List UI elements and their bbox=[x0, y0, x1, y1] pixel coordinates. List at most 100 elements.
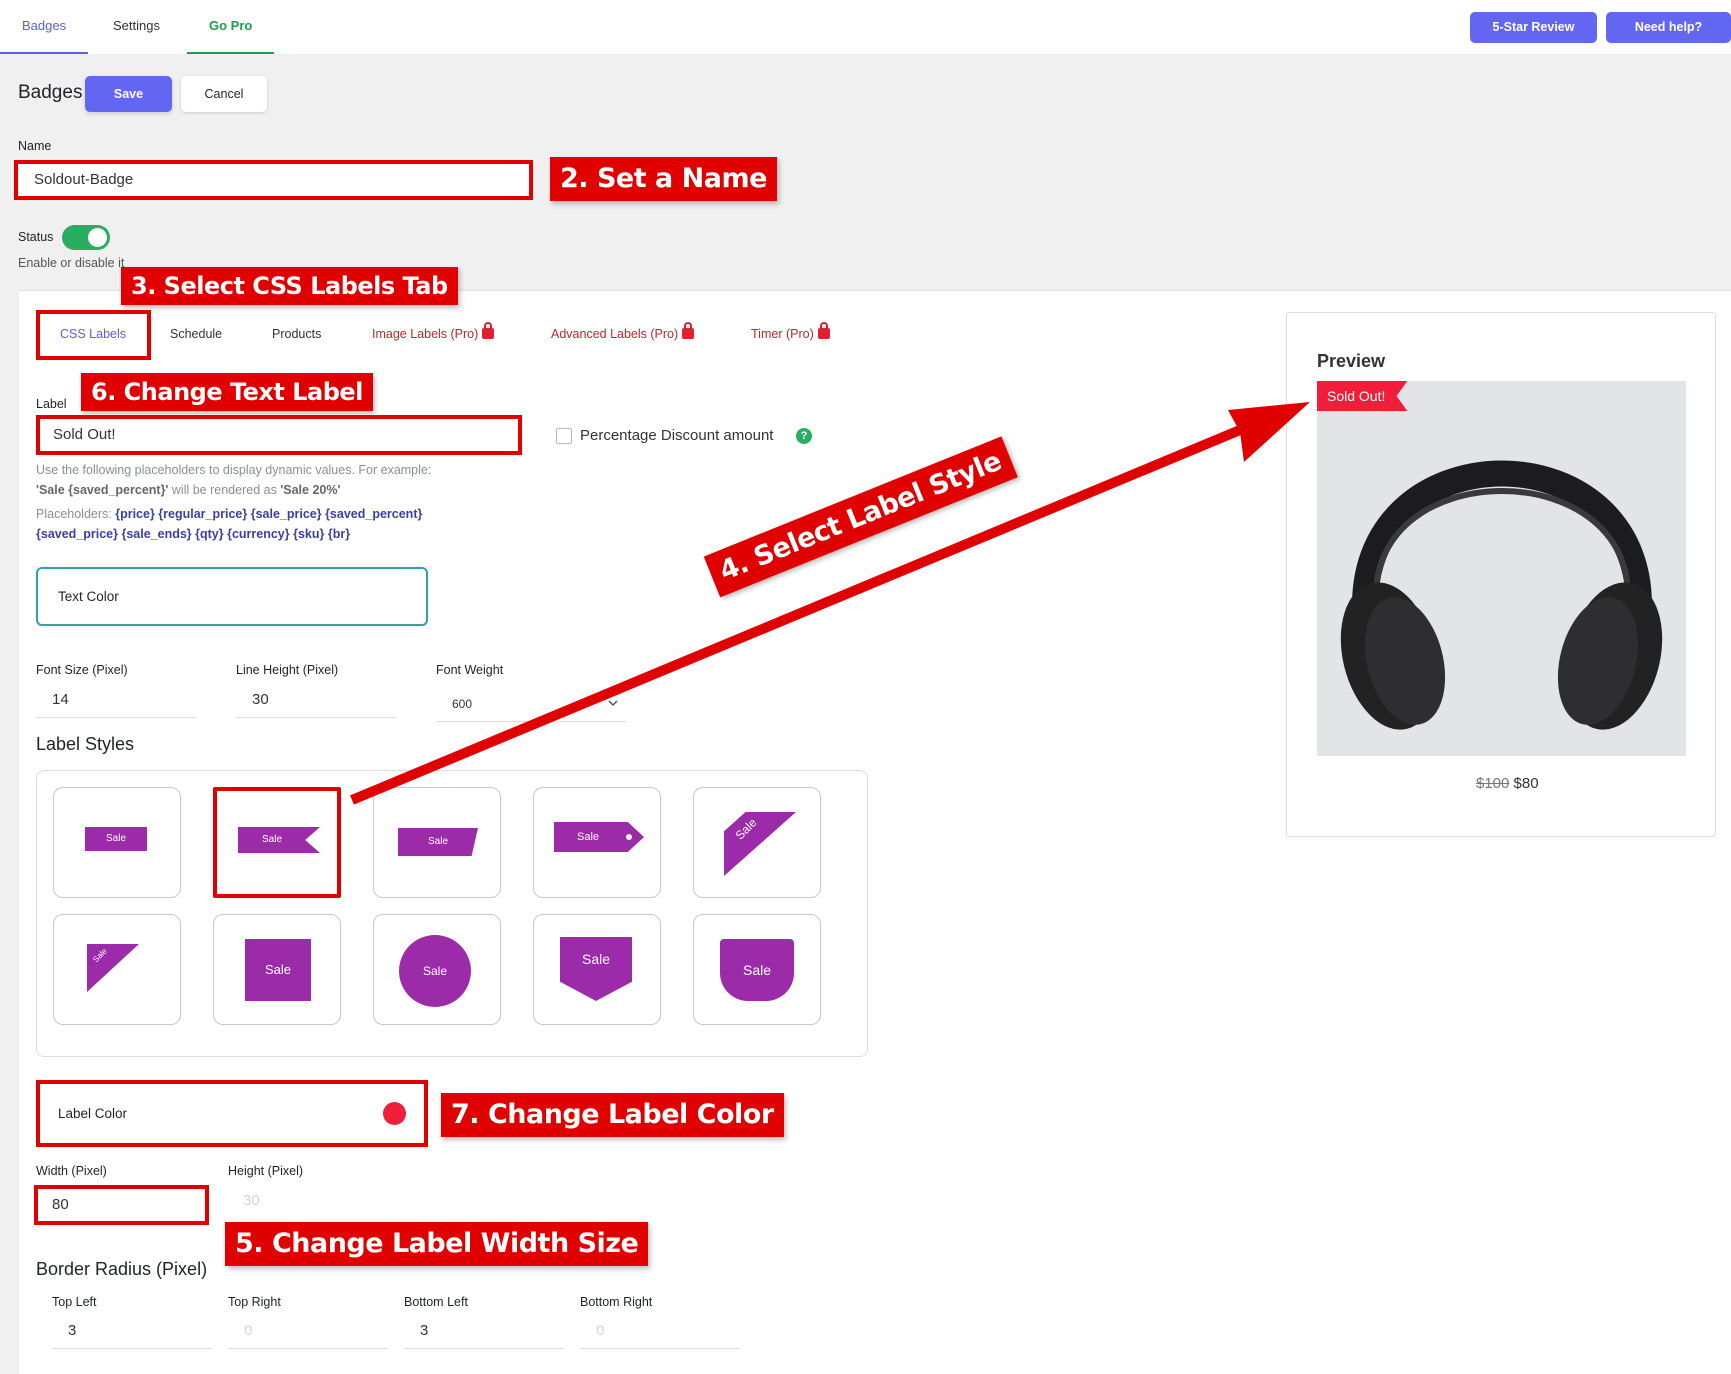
chevron-down-icon bbox=[608, 700, 618, 707]
hint-connector: will be rendered as bbox=[168, 483, 281, 497]
placeholder-hint-line2: 'Sale {saved_percent}' will be rendered … bbox=[36, 480, 340, 500]
headphones-icon bbox=[1340, 460, 1663, 730]
subtab-schedule[interactable]: Schedule bbox=[170, 322, 222, 346]
five-star-review-button[interactable]: 5-Star Review bbox=[1470, 12, 1597, 43]
lock-icon bbox=[482, 322, 495, 339]
name-input[interactable]: Soldout-Badge bbox=[14, 160, 533, 200]
style-2-badge: Sale bbox=[238, 827, 320, 853]
new-price: $80 bbox=[1513, 775, 1539, 792]
old-price: $100 bbox=[1476, 775, 1510, 792]
label-style-9[interactable]: Sale bbox=[533, 914, 661, 1025]
label-input[interactable]: Sold Out! bbox=[36, 415, 522, 455]
bottom-right-input[interactable]: 0 bbox=[580, 1313, 740, 1349]
subtab-image-labels[interactable]: Image Labels (Pro) bbox=[372, 322, 495, 346]
toggle-knob bbox=[88, 228, 107, 247]
callout-change-label-color: 7. Change Label Color bbox=[441, 1093, 784, 1137]
label-style-4[interactable]: Sale bbox=[533, 787, 661, 898]
product-image bbox=[1317, 381, 1686, 756]
placeholders-label: Placeholders: bbox=[36, 507, 116, 521]
tab-settings[interactable]: Settings bbox=[91, 0, 182, 54]
style-3-badge: Sale bbox=[398, 828, 478, 856]
placeholders-list-1: {price} {regular_price} {sale_price} {sa… bbox=[115, 507, 423, 521]
callout-change-width: 5. Change Label Width Size bbox=[225, 1222, 649, 1266]
bottom-left-input[interactable]: 3 bbox=[404, 1313, 564, 1349]
tab-go-pro[interactable]: Go Pro bbox=[187, 0, 275, 54]
style-1-badge: Sale bbox=[85, 827, 147, 851]
label-style-10[interactable]: Sale bbox=[693, 914, 821, 1025]
page-title: Badges bbox=[18, 82, 83, 103]
callout-set-name: 2. Set a Name bbox=[550, 157, 777, 201]
tab-badges[interactable]: Badges bbox=[0, 0, 89, 54]
label-color-swatch[interactable] bbox=[383, 1102, 406, 1125]
label-style-7[interactable]: Sale bbox=[213, 914, 341, 1025]
hint-example-input: 'Sale {saved_percent}' bbox=[36, 483, 169, 497]
subtab-timer-text: Timer (Pro) bbox=[751, 327, 814, 341]
label-styles-title: Label Styles bbox=[36, 734, 135, 754]
height-label: Height (Pixel) bbox=[228, 1164, 304, 1178]
help-icon[interactable]: ? bbox=[796, 428, 812, 444]
label-style-1[interactable]: Sale bbox=[53, 787, 181, 898]
placeholders-line2: {saved_price} {sale_ends} {qty} {currenc… bbox=[36, 524, 350, 544]
top-right-input[interactable]: 0 bbox=[228, 1313, 388, 1349]
font-size-label: Font Size (Pixel) bbox=[36, 663, 128, 677]
font-weight-select[interactable]: 600 bbox=[436, 686, 626, 722]
subtab-advanced-labels-text: Advanced Labels (Pro) bbox=[551, 327, 679, 341]
height-input[interactable]: 30 bbox=[243, 1192, 260, 1209]
label-field-label: Label bbox=[36, 397, 67, 411]
line-height-input[interactable]: 30 bbox=[236, 682, 396, 718]
subtab-timer[interactable]: Timer (Pro) bbox=[751, 322, 830, 346]
lock-icon bbox=[817, 322, 830, 339]
width-input[interactable]: 80 bbox=[34, 1185, 209, 1225]
preview-title: Preview bbox=[1317, 351, 1386, 371]
label-style-6[interactable]: Sale bbox=[53, 914, 181, 1025]
subtab-advanced-labels[interactable]: Advanced Labels (Pro) bbox=[551, 322, 695, 346]
placeholders-list-2: {saved_price} {sale_ends} {qty} {currenc… bbox=[36, 527, 351, 541]
placeholders-line1: Placeholders: {price} {regular_price} {s… bbox=[36, 504, 422, 524]
text-color-picker[interactable]: Text Color bbox=[36, 567, 428, 626]
width-label: Width (Pixel) bbox=[36, 1164, 107, 1178]
bottom-left-label: Bottom Left bbox=[404, 1295, 468, 1309]
placeholder-hint-line1: Use the following placeholders to displa… bbox=[36, 463, 432, 477]
sold-out-badge: Sold Out! bbox=[1317, 381, 1408, 411]
status-toggle[interactable] bbox=[62, 225, 110, 250]
style-5-badge-shape bbox=[724, 812, 796, 876]
text-color-label: Text Color bbox=[58, 589, 119, 604]
style-7-badge: Sale bbox=[245, 939, 311, 1001]
tag-hole-icon bbox=[626, 834, 632, 840]
style-9-badge: Sale bbox=[560, 937, 632, 1001]
font-weight-label: Font Weight bbox=[436, 663, 504, 677]
subtab-image-labels-text: Image Labels (Pro) bbox=[372, 327, 479, 341]
top-right-label: Top Right bbox=[228, 1295, 281, 1309]
subtab-css-labels[interactable]: CSS Labels bbox=[60, 322, 126, 346]
style-8-badge: Sale bbox=[399, 935, 471, 1007]
subtab-products[interactable]: Products bbox=[272, 322, 321, 346]
hint-example-output: 'Sale 20%' bbox=[280, 483, 341, 497]
border-radius-title: Border Radius (Pixel) bbox=[36, 1259, 208, 1279]
font-weight-value: 600 bbox=[452, 697, 473, 711]
bottom-right-label: Bottom Right bbox=[580, 1295, 653, 1309]
label-style-8[interactable]: Sale bbox=[373, 914, 501, 1025]
top-left-input[interactable]: 3 bbox=[52, 1313, 212, 1349]
lock-icon bbox=[682, 322, 695, 339]
percentage-discount-checkbox[interactable] bbox=[556, 428, 572, 444]
label-style-2[interactable]: Sale bbox=[213, 787, 341, 898]
callout-css-labels-tab: 3. Select CSS Labels Tab bbox=[121, 267, 458, 305]
percentage-discount-label: Percentage Discount amount bbox=[580, 427, 774, 444]
top-left-label: Top Left bbox=[52, 1295, 97, 1309]
label-color-picker[interactable]: Label Color bbox=[36, 1080, 428, 1147]
name-label: Name bbox=[18, 139, 52, 153]
line-height-label: Line Height (Pixel) bbox=[236, 663, 339, 677]
need-help-button[interactable]: Need help? bbox=[1606, 12, 1731, 43]
label-color-label: Label Color bbox=[58, 1106, 128, 1121]
cancel-button[interactable]: Cancel bbox=[181, 76, 267, 112]
status-hint: Enable or disable it bbox=[18, 256, 125, 270]
font-size-input[interactable]: 14 bbox=[36, 682, 196, 718]
label-style-3[interactable]: Sale bbox=[373, 787, 501, 898]
save-button[interactable]: Save bbox=[85, 76, 172, 112]
style-10-badge: Sale bbox=[720, 939, 794, 1001]
product-price: $100 $80 bbox=[1476, 775, 1539, 792]
label-style-5[interactable]: Sale bbox=[693, 787, 821, 898]
style-6-badge-shape bbox=[87, 944, 139, 992]
status-label: Status bbox=[18, 230, 54, 244]
callout-change-text-label: 6. Change Text Label bbox=[81, 373, 373, 411]
